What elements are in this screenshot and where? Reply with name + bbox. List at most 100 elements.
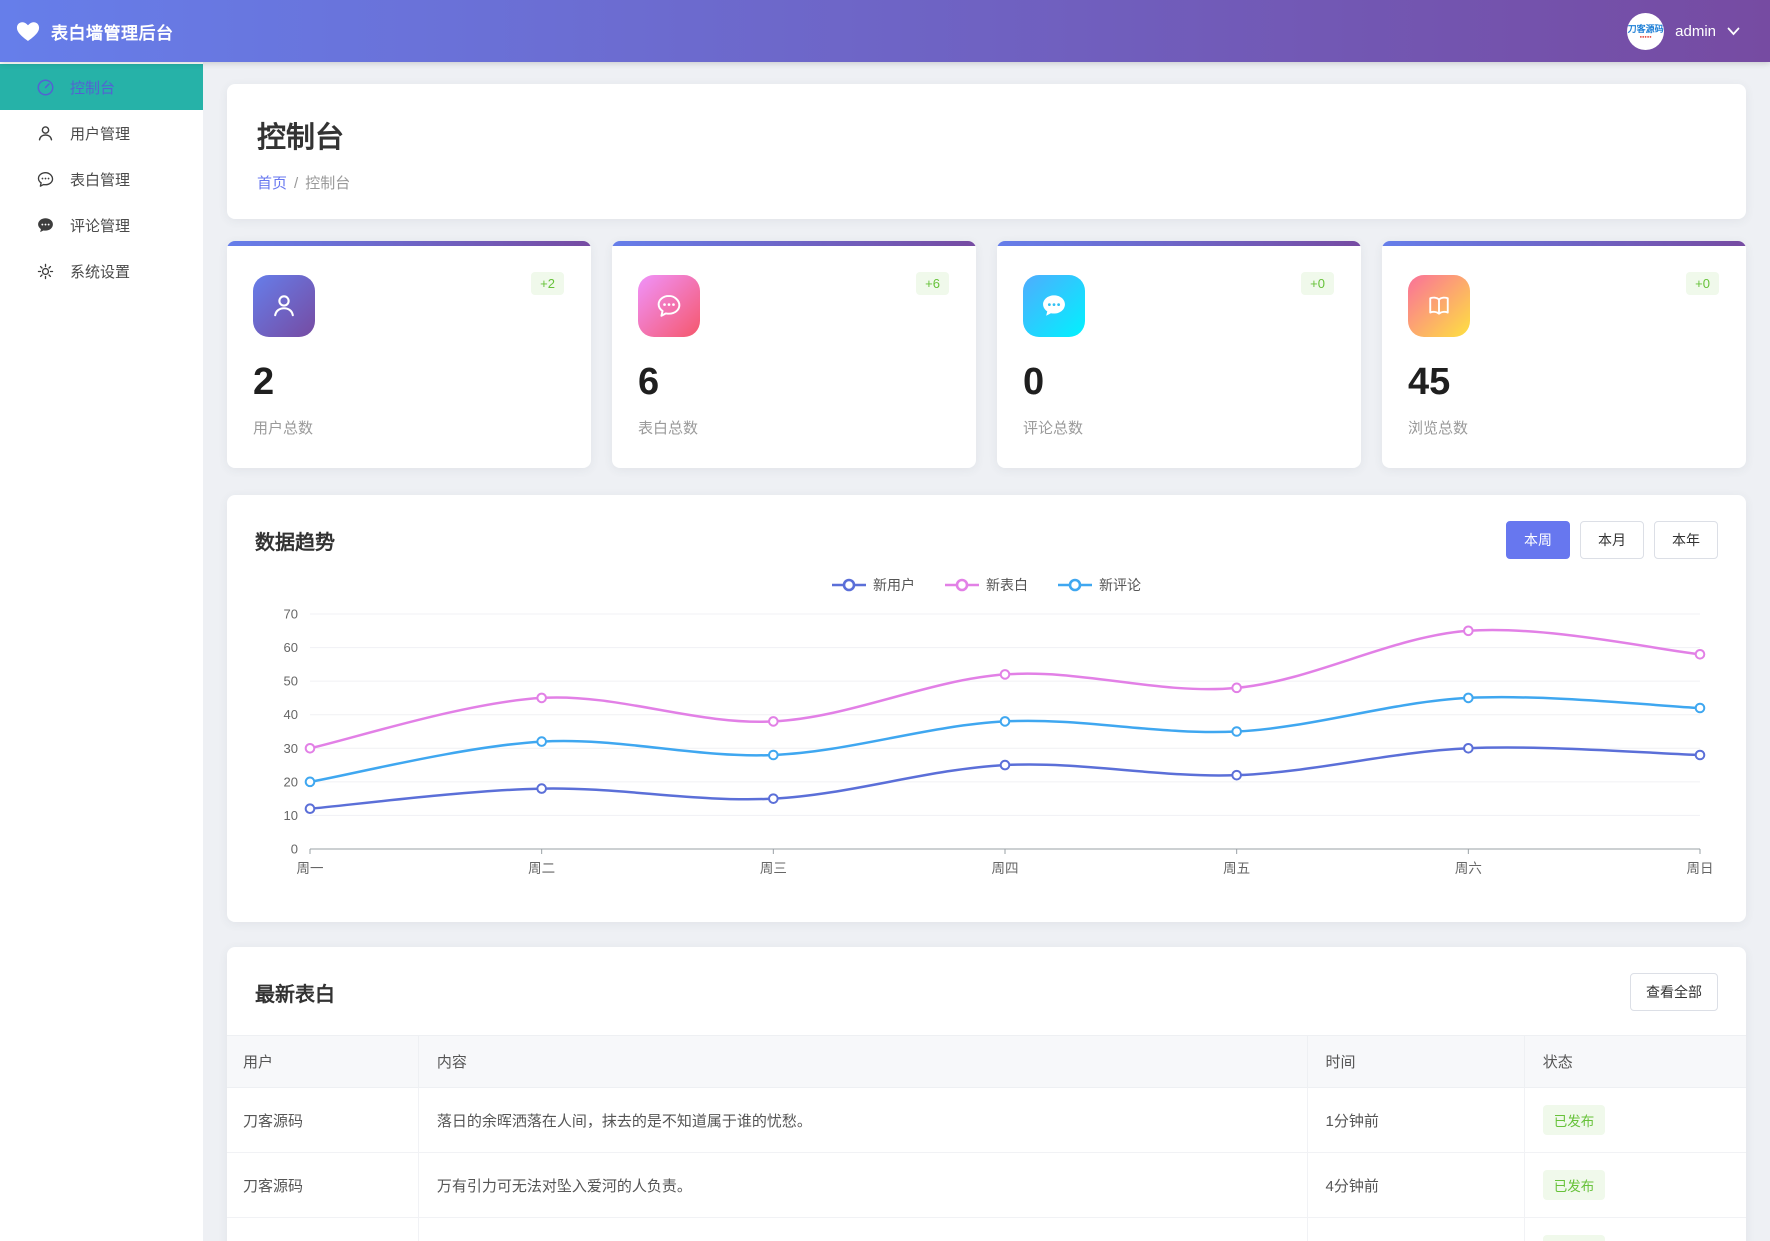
stat-label: 用户总数: [253, 417, 565, 438]
svg-text:周二: 周二: [528, 861, 555, 876]
stat-label: 表白总数: [638, 417, 950, 438]
page-title: 控制台: [257, 114, 1716, 156]
latest-card-header: 最新表白 查看全部: [227, 973, 1746, 1011]
sidebar-item-settings[interactable]: 系统设置: [0, 248, 203, 294]
stats-row: +22用户总数+66表白总数+00评论总数+045浏览总数: [227, 241, 1746, 468]
user-menu[interactable]: 刀客源码 ●●●●● admin: [1627, 13, 1770, 50]
svg-text:40: 40: [284, 707, 298, 722]
sidebar-item-comments[interactable]: 评论管理: [0, 202, 203, 248]
range-button-week[interactable]: 本周: [1506, 521, 1570, 559]
content-cell: 万有引力可无法对坠入爱河的人负责。: [418, 1153, 1307, 1218]
legend-item[interactable]: 新表白: [945, 575, 1028, 595]
trend-card-header: 数据趋势 本周本月本年: [255, 521, 1718, 559]
book-icon: [1408, 275, 1470, 337]
latest-card: 最新表白 查看全部 用户内容时间状态 刀客源码落日的余晖洒落在人间，抹去的是不知…: [227, 947, 1746, 1241]
table-row: 刀客源码万有引力可无法对坠入爱河的人负责。4分钟前已发布: [227, 1153, 1746, 1218]
stat-delta-badge: +0: [1686, 272, 1719, 295]
range-button-year[interactable]: 本年: [1654, 521, 1718, 559]
content-cell: 落日的余晖洒落在人间，抹去的是不知道属于谁的忧愁。: [418, 1088, 1307, 1153]
stat-delta-badge: +6: [916, 272, 949, 295]
status-badge: 已发布: [1543, 1170, 1606, 1200]
stat-card-accent-bar: [1382, 241, 1746, 246]
legend-item[interactable]: 新用户: [832, 575, 915, 595]
svg-text:周六: 周六: [1455, 861, 1482, 876]
user-icon: [253, 275, 315, 337]
latest-title: 最新表白: [255, 978, 335, 1007]
heart-icon: [16, 20, 40, 42]
table-header-cell: 内容: [418, 1036, 1307, 1088]
svg-text:20: 20: [284, 774, 298, 789]
sidebar-item-dashboard[interactable]: 控制台: [0, 64, 203, 110]
breadcrumb: 首页/控制台: [257, 172, 1716, 193]
sidebar-item-label: 系统设置: [70, 261, 130, 282]
stat-value: 45: [1408, 363, 1720, 401]
legend-marker-icon: [832, 578, 866, 592]
status-cell: 已发布: [1524, 1088, 1746, 1153]
legend-marker-icon: [1058, 578, 1092, 592]
app-title: 表白墙管理后台: [51, 19, 174, 44]
user-cell: 刀客源码: [227, 1088, 418, 1153]
sidebar-item-label: 评论管理: [70, 215, 130, 236]
table-header-cell: 状态: [1524, 1036, 1746, 1088]
stat-label: 浏览总数: [1408, 417, 1720, 438]
trend-line-chart[interactable]: 010203040506070周一周二周三周四周五周六周日: [255, 599, 1718, 899]
sidebar-item-confessions[interactable]: 表白管理: [0, 156, 203, 202]
table-row: 刀客源码落日的余晖洒落在人间，抹去的是不知道属于谁的忧愁。1分钟前已发布: [227, 1088, 1746, 1153]
time-cell: 4分钟前: [1307, 1153, 1524, 1218]
latest-table: 用户内容时间状态 刀客源码落日的余晖洒落在人间，抹去的是不知道属于谁的忧愁。1分…: [227, 1035, 1746, 1241]
chevron-down-icon[interactable]: [1727, 27, 1740, 36]
table-header-cell: 用户: [227, 1036, 418, 1088]
svg-text:0: 0: [291, 842, 298, 857]
legend-marker-icon: [945, 578, 979, 592]
svg-text:周四: 周四: [992, 861, 1019, 876]
svg-text:周三: 周三: [760, 861, 787, 876]
legend-item[interactable]: 新评论: [1058, 575, 1141, 595]
gear-icon: [35, 261, 55, 281]
status-cell: 已发布: [1524, 1153, 1746, 1218]
range-button-month[interactable]: 本月: [1580, 521, 1644, 559]
table-row: 刀客源码你在颓废的时候别人都在努力哦~?4分钟前已发布: [227, 1218, 1746, 1241]
time-cell: 4分钟前: [1307, 1218, 1524, 1241]
legend-label: 新用户: [873, 575, 915, 595]
sidebar: 控制台用户管理表白管理评论管理系统设置: [0, 62, 203, 1241]
breadcrumb-current: 控制台: [305, 175, 350, 192]
avatar-logo-sub: ●●●●●: [1640, 34, 1652, 39]
legend-label: 新表白: [986, 575, 1028, 595]
chart-legend: 新用户 新表白 新评论: [255, 575, 1718, 595]
chart-canvas[interactable]: 010203040506070周一周二周三周四周五周六周日: [255, 599, 1718, 904]
username[interactable]: admin: [1675, 23, 1716, 40]
avatar[interactable]: 刀客源码 ●●●●●: [1627, 13, 1664, 50]
status-badge: 已发布: [1543, 1105, 1606, 1135]
user-cell: 刀客源码: [227, 1218, 418, 1241]
chat-filled-icon: [35, 215, 55, 235]
chat-outline-icon: [35, 169, 55, 189]
chat-outline-icon: [638, 275, 700, 337]
app-header: 表白墙管理后台 刀客源码 ●●●●● admin: [0, 0, 1770, 62]
chat-filled-icon: [1023, 275, 1085, 337]
stat-label: 评论总数: [1023, 417, 1335, 438]
status-cell: 已发布: [1524, 1218, 1746, 1241]
breadcrumb-home-link[interactable]: 首页: [257, 175, 287, 192]
legend-label: 新评论: [1099, 575, 1141, 595]
stat-card-comments: +00评论总数: [997, 241, 1361, 468]
page-header-card: 控制台 首页/控制台: [227, 84, 1746, 219]
stat-value: 0: [1023, 363, 1335, 401]
view-all-button[interactable]: 查看全部: [1630, 973, 1718, 1011]
stat-card-accent-bar: [227, 241, 591, 246]
sidebar-item-label: 控制台: [70, 77, 115, 98]
stat-value: 2: [253, 363, 565, 401]
time-cell: 1分钟前: [1307, 1088, 1524, 1153]
svg-text:70: 70: [284, 607, 298, 622]
stat-card-views: +0 45 浏览总数: [1382, 241, 1746, 468]
svg-text:周一: 周一: [297, 861, 324, 876]
trend-card: 数据趋势 本周本月本年 新用户新表白新评论 010203040506070周一周…: [227, 495, 1746, 922]
svg-text:10: 10: [284, 808, 298, 823]
avatar-logo-text: 刀客源码: [1628, 24, 1664, 34]
stat-value: 6: [638, 363, 950, 401]
table-header-row: 用户内容时间状态: [227, 1036, 1746, 1088]
trend-title: 数据趋势: [255, 526, 335, 555]
svg-text:30: 30: [284, 741, 298, 756]
sidebar-item-users[interactable]: 用户管理: [0, 110, 203, 156]
svg-text:周日: 周日: [1687, 861, 1714, 876]
dashboard-icon: [35, 77, 55, 97]
